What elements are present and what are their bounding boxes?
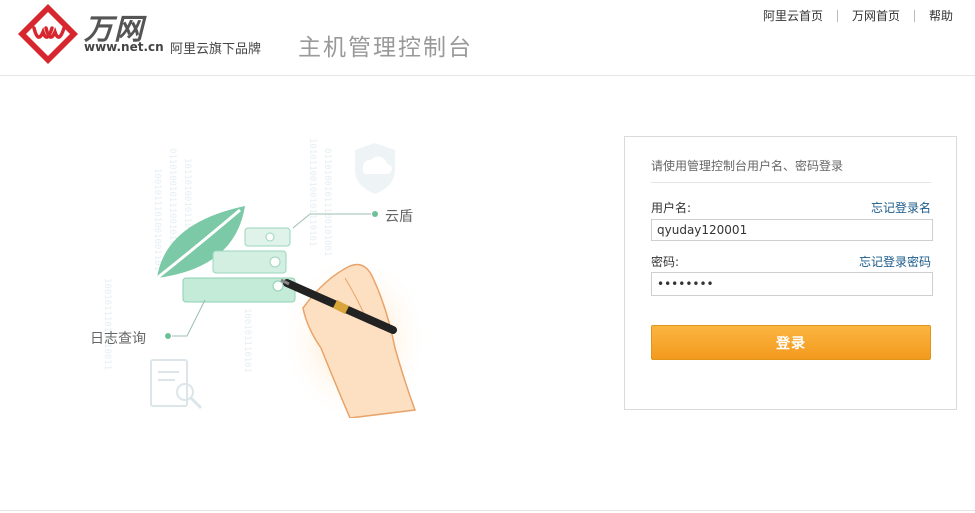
svg-text:0110100101110010100: 0110100101110010100 — [167, 148, 177, 251]
hand-writing-illustration: 1001011101001001101 0110100101110010100 … — [102, 138, 425, 418]
forgot-username-link[interactable]: 忘记登录名 — [871, 199, 931, 216]
password-input[interactable] — [651, 272, 933, 296]
login-instructions: 请使用管理控制台用户名、密码登录 — [651, 157, 931, 183]
svg-text:01101001011100101001: 01101001011100101001 — [322, 148, 332, 256]
page-title: 主机管理控制台 — [298, 35, 473, 61]
forgot-password-link[interactable]: 忘记登录密码 — [859, 253, 931, 270]
svg-text:10010111010010011: 10010111010010011 — [102, 278, 112, 370]
nav-aliyun-home-link[interactable]: 阿里云首页 — [763, 7, 823, 24]
nav-help-link[interactable]: 帮助 — [929, 7, 953, 24]
hero-illustration: 1001011101001001101 0110100101110010100 … — [90, 128, 425, 418]
brand-subtitle: 阿里云旗下品牌 — [170, 42, 262, 57]
svg-text:100101110101: 100101110101 — [242, 308, 252, 373]
username-input[interactable] — [651, 219, 933, 241]
nav-wanwang-home-link[interactable]: 万网首页 — [852, 7, 900, 24]
footer-divider — [0, 510, 975, 511]
password-label: 密码: — [651, 255, 680, 269]
wanwang-logo-icon[interactable] — [16, 2, 80, 66]
username-label: 用户名: — [651, 201, 692, 215]
svg-text:1001011101001001101: 1001011101001001101 — [152, 168, 162, 271]
login-panel: 请使用管理控制台用户名、密码登录 用户名: 忘记登录名 密码: 忘记登录密码 登… — [624, 136, 957, 410]
login-button[interactable]: 登录 — [651, 325, 931, 360]
svg-text:10101100100101110101: 10101100100101110101 — [307, 138, 317, 246]
nav-divider — [913, 9, 915, 22]
shield-label: 云盾 — [385, 209, 413, 225]
log-query-label: 日志查询 — [90, 331, 146, 347]
top-nav: 阿里云首页 万网首页 帮助 — [763, 7, 953, 24]
brand-url: www.net.cn — [84, 40, 164, 54]
site-header: 万网 www.net.cn 阿里云旗下品牌 主机管理控制台 阿里云首页 万网首页… — [0, 0, 975, 76]
nav-divider — [836, 9, 838, 22]
